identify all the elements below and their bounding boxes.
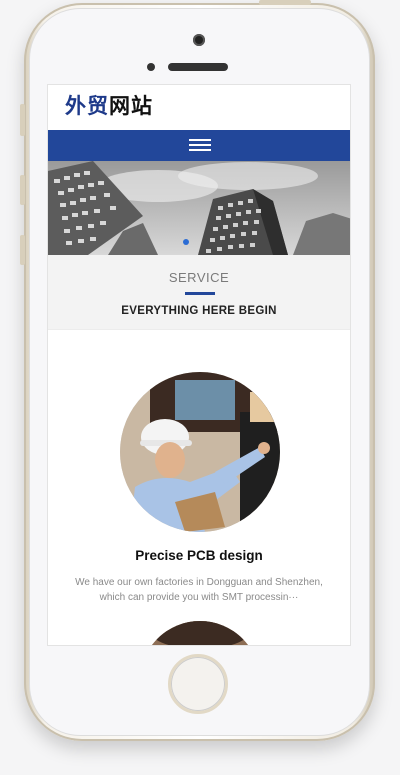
earpiece-speaker	[168, 63, 228, 71]
hero-banner[interactable]	[48, 161, 350, 255]
volume-down-button	[20, 235, 25, 265]
home-button[interactable]	[168, 654, 228, 714]
site-header: 外贸网站	[48, 85, 350, 130]
banner-buildings-image	[48, 161, 350, 255]
mute-switch	[20, 104, 25, 136]
proximity-sensor	[147, 63, 155, 71]
service-card-title[interactable]: Precise PCB design	[48, 548, 350, 563]
service-section-header: SERVICE EVERYTHING HERE BEGIN	[48, 255, 350, 330]
service-title: EVERYTHING HERE BEGIN	[121, 305, 277, 317]
logo-text-part2: 网站	[109, 95, 153, 118]
power-button	[259, 0, 311, 5]
service-card[interactable]: Precise PCB design We have our own facto…	[48, 330, 350, 645]
next-service-card-image	[140, 621, 260, 645]
front-camera	[193, 34, 205, 46]
volume-up-button	[20, 175, 25, 205]
slider-dot-active[interactable]	[183, 239, 189, 245]
section-divider	[185, 292, 215, 295]
site-logo[interactable]: 外贸网站	[65, 93, 153, 121]
nav-bar	[48, 130, 350, 161]
service-label: SERVICE	[168, 270, 230, 285]
hamburger-menu-icon[interactable]	[189, 139, 211, 152]
phone-screen: 外贸网站 SERVICE EVERYTHING HERE BEGIN Preci…	[47, 84, 351, 646]
logo-text-part1: 外贸	[65, 95, 109, 118]
service-card-description: We have our own factories in Dongguan an…	[75, 577, 323, 603]
service-card-image	[120, 372, 280, 532]
